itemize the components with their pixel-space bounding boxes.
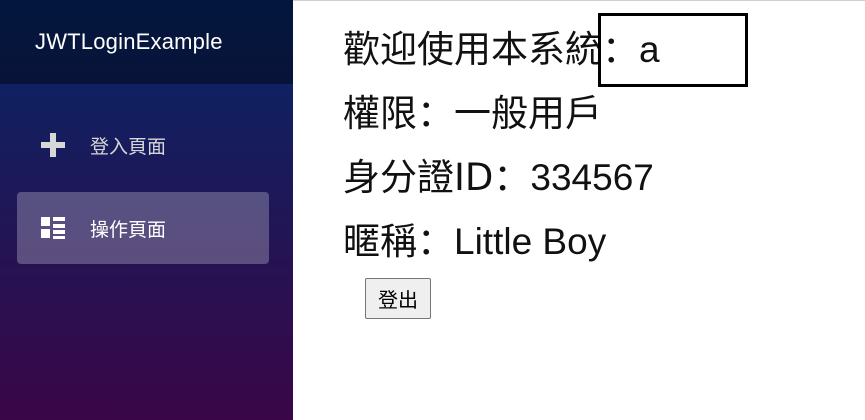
welcome-label: 歡迎使用本系統： <box>343 28 639 71</box>
sidebar-item-label: 操作頁面 <box>90 218 167 241</box>
sidebar-nav: 登入頁面 操作頁面 <box>0 84 293 264</box>
id-value: 334567 <box>530 157 654 198</box>
id-line: 身分證ID：334567 <box>343 146 843 210</box>
nickname-label: 暱稱： <box>343 220 454 263</box>
list-icon <box>40 215 66 241</box>
brand-title[interactable]: JWTLoginExample <box>35 29 223 55</box>
app-window: JWTLoginExample 登入頁面 操作頁面 歡迎使用本系統：a 權限：一… <box>0 0 865 420</box>
highlight-box <box>598 13 748 87</box>
permission-value: 一般用戶 <box>454 92 602 135</box>
nickname-value: Little Boy <box>454 221 607 262</box>
main-content: 歡迎使用本系統：a 權限：一般用戶 身分證ID：334567 暱稱：Little… <box>343 18 843 274</box>
sidebar-item-label: 登入頁面 <box>90 135 167 158</box>
logout-button[interactable]: 登出 <box>365 278 431 319</box>
sidebar: JWTLoginExample 登入頁面 操作頁面 <box>0 0 293 420</box>
sidebar-item-login[interactable]: 登入頁面 <box>17 109 269 181</box>
plus-icon <box>40 132 66 158</box>
sidebar-item-operation[interactable]: 操作頁面 <box>17 192 269 264</box>
permission-label: 權限： <box>343 92 454 135</box>
nickname-line: 暱稱：Little Boy <box>343 210 843 274</box>
brand-header: JWTLoginExample <box>0 0 293 84</box>
id-label: 身分證ID： <box>343 156 531 199</box>
top-border <box>293 0 865 1</box>
welcome-line: 歡迎使用本系統：a <box>343 18 843 82</box>
permission-line: 權限：一般用戶 <box>343 82 843 146</box>
